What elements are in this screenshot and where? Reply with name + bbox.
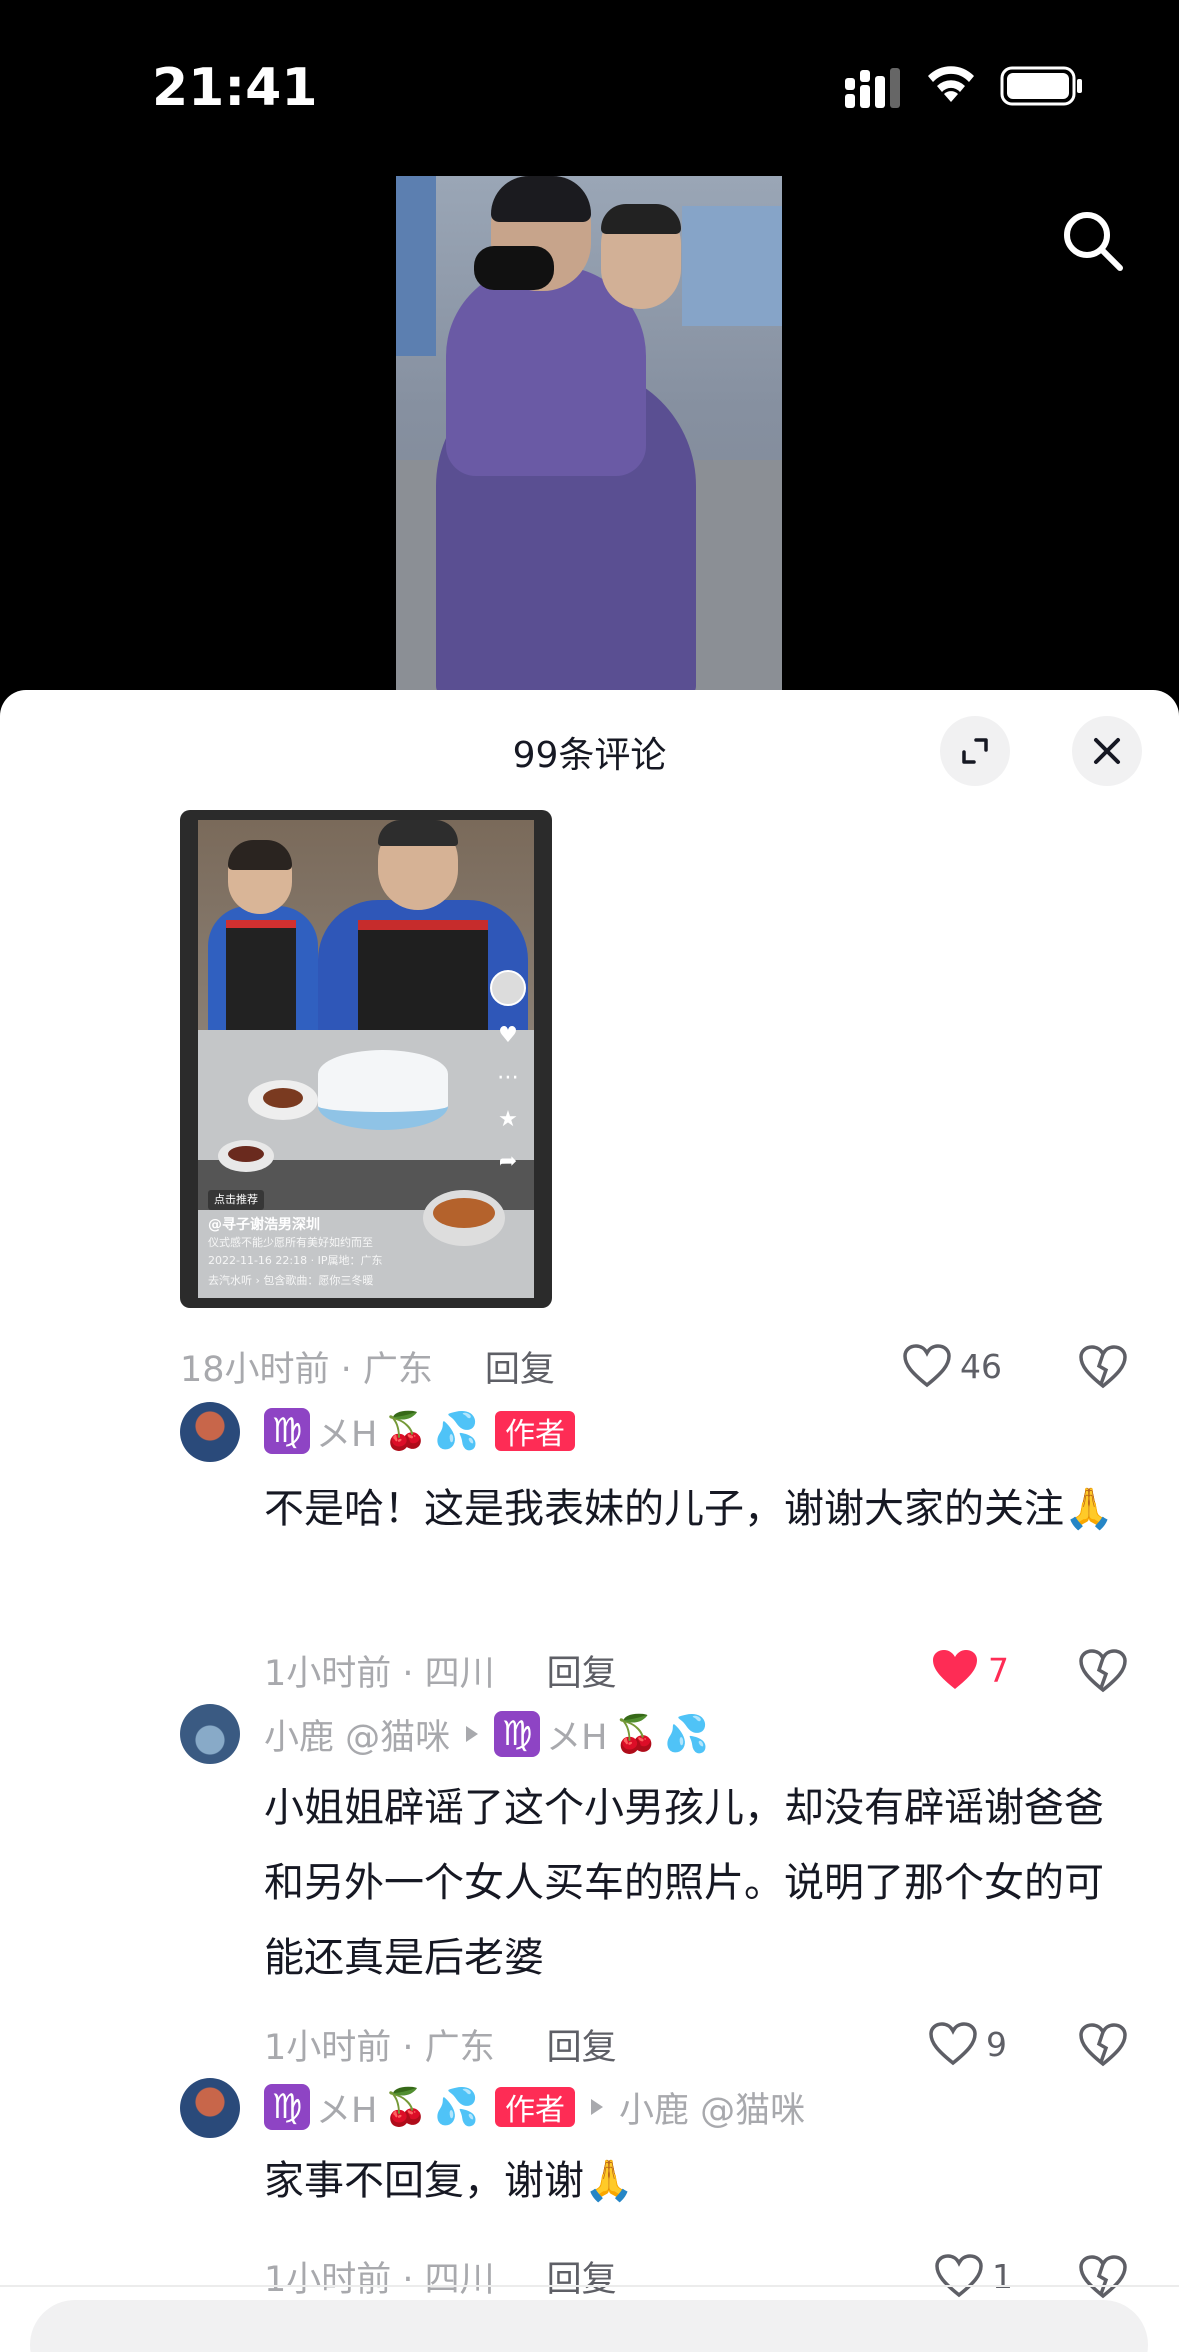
embedded-avatar: [490, 970, 526, 1006]
dislike-icon[interactable]: [1078, 2254, 1128, 2300]
comment-author-row: ♍ メH 🍒 💦 作者 小鹿 @猫咪: [264, 2082, 805, 2132]
comment-input-bar[interactable]: [30, 2300, 1148, 2352]
like-count: 1: [992, 2256, 1013, 2296]
embedded-caption: 仪式感不能少愿所有美好如约而至: [208, 1236, 373, 1249]
comment-time-location: 1小时前 · 广东: [264, 2027, 495, 2068]
like-button[interactable]: 7: [930, 1646, 1009, 1694]
droplets-emoji: 💦: [434, 1411, 479, 1452]
status-time: 21:41: [152, 58, 318, 118]
heart-outline-icon: [935, 2254, 983, 2298]
comment-text: 不是哈！这是我表妹的儿子，谢谢大家的关注🙏: [264, 1486, 1114, 1532]
close-button[interactable]: [1072, 716, 1142, 786]
virgo-icon: ♍: [264, 1408, 310, 1454]
divider: [0, 2285, 1179, 2287]
virgo-icon: ♍: [264, 2084, 310, 2130]
embedded-author: @寻子谢浩男深圳: [208, 1217, 320, 1233]
embedded-meta: 2022-11-16 22:18 · IP属地：广东: [208, 1254, 383, 1267]
reply-button[interactable]: 回复: [547, 1645, 617, 1696]
dislike-icon[interactable]: [1078, 1344, 1128, 1390]
comment-time-location: 1小时前 · 四川: [264, 2259, 495, 2300]
comment-author-row: ♍ メH 🍒 💦 作者: [264, 1406, 575, 1456]
like-button[interactable]: 9: [928, 2020, 1007, 2068]
pray-emoji: 🙏: [1064, 1486, 1114, 1532]
embedded-share-icon: ➦: [498, 1149, 518, 1174]
like-button[interactable]: 46: [902, 1342, 1002, 1390]
embedded-star-icon: ★: [498, 1107, 518, 1132]
dislike-icon[interactable]: [1078, 1648, 1128, 1694]
comment-text: 小姐姐辟谣了这个小男孩儿，却没有辟谣谢爸爸和另外一个女人买车的照片。说明了那个女…: [264, 1785, 1104, 1981]
comment-meta: 1小时前 · 广东 回复: [264, 2020, 617, 2068]
like-button[interactable]: 1: [934, 2252, 1013, 2300]
avatar[interactable]: [180, 1402, 240, 1462]
close-icon: [1094, 738, 1120, 764]
comment-author[interactable]: メH: [316, 1406, 377, 1457]
heart-outline-icon: [903, 1344, 951, 1388]
cherry-emoji: 🍒: [383, 1411, 429, 1452]
author-badge: 作者: [494, 1411, 575, 1452]
heart-filled-icon: [933, 1650, 977, 1689]
heart-outline-icon: [929, 2022, 977, 2066]
comment-author-row: 小鹿 @猫咪 ♍ メH 🍒 💦: [264, 1709, 709, 1759]
search-icon[interactable]: [1060, 208, 1126, 274]
avatar[interactable]: [180, 1704, 240, 1764]
author-badge: 作者: [494, 2087, 575, 2128]
video-frame[interactable]: [396, 176, 782, 690]
comment-image-attachment[interactable]: ♥ ⋯ ★ ➦ 点击推荐 @寻子谢浩男深圳 仪式感不能少愿所有美好如约而至 20…: [180, 810, 552, 1308]
dislike-icon[interactable]: [1078, 2022, 1128, 2068]
comments-sheet: 99条评论 ♥ ⋯ ★ ➦ 点击推荐 @寻子谢浩男深圳 仪式感不能少愿所有美好如…: [0, 690, 1179, 2352]
reply-button[interactable]: 回复: [547, 2019, 617, 2070]
cellular-signal-icon: [845, 68, 900, 108]
reply-to-user[interactable]: メH: [546, 1709, 607, 1760]
droplets-emoji: 💦: [664, 1714, 710, 1755]
reply-button[interactable]: 回复: [485, 1341, 555, 1392]
droplets-emoji: 💦: [434, 2087, 479, 2128]
reply-to-user[interactable]: 小鹿 @猫咪: [619, 2082, 805, 2133]
cherry-emoji: 🍒: [613, 1714, 659, 1755]
status-bar: 21:41: [0, 0, 1179, 170]
expand-icon: [962, 738, 988, 764]
comment-text: 家事不回复，谢谢🙏: [264, 2158, 634, 2204]
reply-button[interactable]: 回复: [547, 2251, 617, 2302]
video-player[interactable]: [0, 170, 1179, 690]
comment-author[interactable]: メH: [316, 2082, 377, 2133]
embedded-recommend-tag: 点击推荐: [208, 1190, 264, 1210]
comment-meta: 18小时前 · 广东 回复: [180, 1342, 555, 1390]
cherry-emoji: 🍒: [383, 2087, 429, 2128]
virgo-icon: ♍: [494, 1711, 541, 1757]
comment-time-location: 1小时前 · 四川: [264, 1653, 495, 1694]
like-count: 9: [986, 2024, 1007, 2064]
reply-arrow-icon: [590, 2099, 603, 2115]
like-count: 46: [960, 1346, 1002, 1386]
comment-meta: 1小时前 · 四川 回复: [264, 2252, 617, 2300]
expand-button[interactable]: [940, 716, 1010, 786]
avatar[interactable]: [180, 2078, 240, 2138]
comment-meta: 1小时前 · 四川 回复: [264, 1646, 617, 1694]
embedded-music: 去汽水听 › 包含歌曲：愿你三冬暖: [208, 1274, 374, 1287]
like-count: 7: [988, 1650, 1009, 1690]
embedded-comment-icon: ⋯: [497, 1065, 519, 1090]
embedded-heart-icon: ♥: [498, 1023, 518, 1048]
reply-arrow-icon: [466, 1726, 479, 1742]
pray-emoji: 🙏: [584, 2158, 634, 2204]
battery-icon: [1000, 66, 1082, 106]
wifi-icon: [928, 66, 974, 102]
comment-time-location: 18小时前 · 广东: [180, 1349, 433, 1390]
comment-author[interactable]: 小鹿 @猫咪: [264, 1709, 450, 1760]
